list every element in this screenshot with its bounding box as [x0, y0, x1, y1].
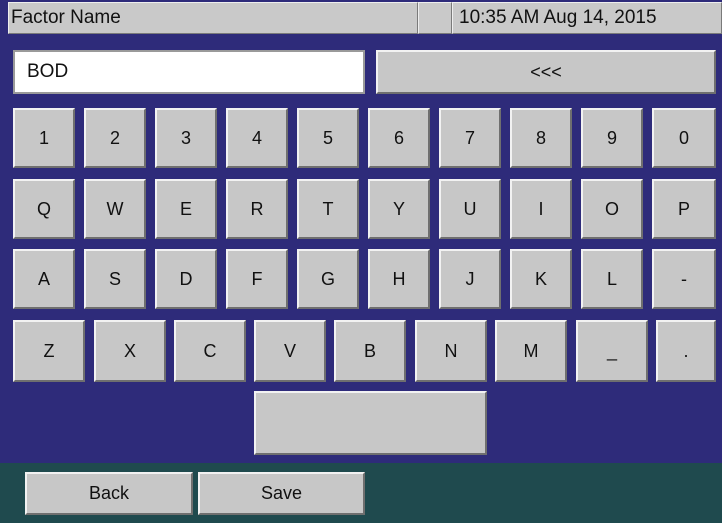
- key-underscore[interactable]: _: [576, 320, 648, 382]
- key-8[interactable]: 8: [510, 108, 572, 168]
- key-q[interactable]: Q: [13, 179, 75, 239]
- key-6[interactable]: 6: [368, 108, 430, 168]
- key-1[interactable]: 1: [13, 108, 75, 168]
- backspace-button[interactable]: <<<: [376, 50, 716, 94]
- page-title: Factor Name: [8, 2, 418, 34]
- key-h[interactable]: H: [368, 249, 430, 309]
- key-m[interactable]: M: [495, 320, 567, 382]
- key-c[interactable]: C: [174, 320, 246, 382]
- key-3[interactable]: 3: [155, 108, 217, 168]
- text-entry-field[interactable]: BOD: [13, 50, 365, 94]
- key-f[interactable]: F: [226, 249, 288, 309]
- key-y[interactable]: Y: [368, 179, 430, 239]
- key-p[interactable]: P: [652, 179, 716, 239]
- key-period[interactable]: .: [656, 320, 716, 382]
- key-a[interactable]: A: [13, 249, 75, 309]
- key-hyphen[interactable]: -: [652, 249, 716, 309]
- key-2[interactable]: 2: [84, 108, 146, 168]
- header-status-cell: [418, 2, 452, 34]
- key-j[interactable]: J: [439, 249, 501, 309]
- clock-display: 10:35 AM Aug 14, 2015: [452, 2, 722, 34]
- save-button[interactable]: Save: [198, 472, 365, 515]
- key-0[interactable]: 0: [652, 108, 716, 168]
- space-bar[interactable]: [254, 391, 487, 455]
- key-l[interactable]: L: [581, 249, 643, 309]
- key-v[interactable]: V: [254, 320, 326, 382]
- key-s[interactable]: S: [84, 249, 146, 309]
- key-o[interactable]: O: [581, 179, 643, 239]
- key-z[interactable]: Z: [13, 320, 85, 382]
- key-5[interactable]: 5: [297, 108, 359, 168]
- key-4[interactable]: 4: [226, 108, 288, 168]
- key-g[interactable]: G: [297, 249, 359, 309]
- header-bar: Factor Name 10:35 AM Aug 14, 2015: [0, 0, 722, 36]
- key-d[interactable]: D: [155, 249, 217, 309]
- key-k[interactable]: K: [510, 249, 572, 309]
- footer-bar: Back Save: [0, 463, 722, 523]
- key-e[interactable]: E: [155, 179, 217, 239]
- key-7[interactable]: 7: [439, 108, 501, 168]
- key-u[interactable]: U: [439, 179, 501, 239]
- key-w[interactable]: W: [84, 179, 146, 239]
- key-n[interactable]: N: [415, 320, 487, 382]
- key-i[interactable]: I: [510, 179, 572, 239]
- keyboard-screen: Factor Name 10:35 AM Aug 14, 2015 BOD <<…: [0, 0, 722, 523]
- key-9[interactable]: 9: [581, 108, 643, 168]
- back-button[interactable]: Back: [25, 472, 193, 515]
- key-b[interactable]: B: [334, 320, 406, 382]
- key-t[interactable]: T: [297, 179, 359, 239]
- key-x[interactable]: X: [94, 320, 166, 382]
- key-r[interactable]: R: [226, 179, 288, 239]
